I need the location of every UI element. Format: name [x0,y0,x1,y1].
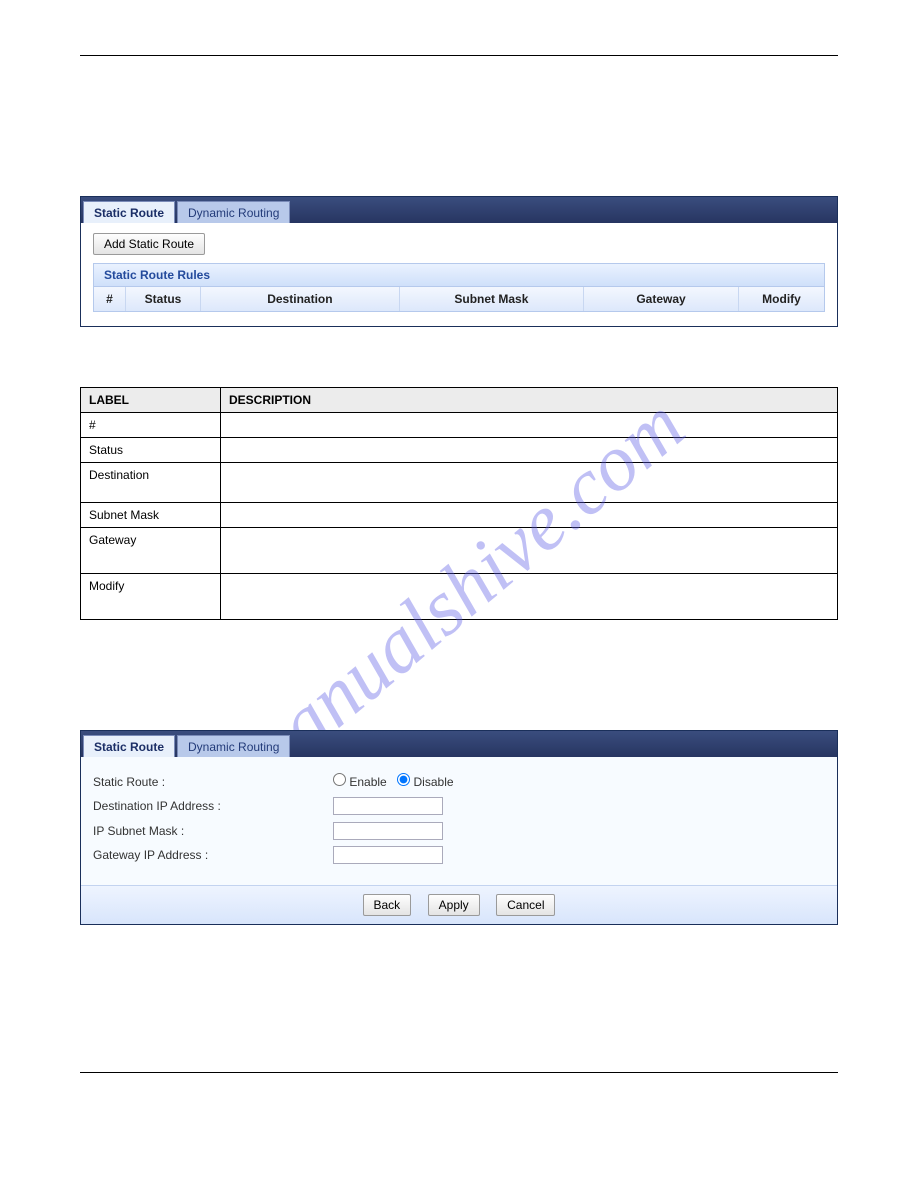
desc-value [221,413,838,438]
label-static-route: Static Route : [93,775,333,789]
desc-value [221,503,838,528]
label-destination-ip: Destination IP Address : [93,799,333,813]
radio-disable[interactable] [397,773,410,786]
form-row-subnet: IP Subnet Mask : [93,822,825,841]
tab-static-route[interactable]: Static Route [83,735,175,757]
desc-label: Modify [81,574,221,620]
ip-subnet-mask-input[interactable] [333,822,443,840]
gateway-ip-input[interactable] [333,846,443,864]
form-row-static-route: Static Route : Enable Disable [93,773,825,791]
radio-enable-text: Enable [349,775,386,789]
form-row-dest-ip: Destination IP Address : [93,797,825,816]
desc-value [221,438,838,463]
table-row: Gateway [81,528,838,574]
radio-enable-label[interactable]: Enable [333,775,387,789]
static-route-list-panel: Static Route Dynamic Routing Add Static … [80,196,838,327]
apply-button[interactable]: Apply [428,894,480,916]
radio-disable-text: Disable [414,775,454,789]
static-route-form-panel: Static Route Dynamic Routing Static Rout… [80,730,838,925]
desc-value [221,574,838,620]
table-row: Destination [81,463,838,503]
table-row: Modify [81,574,838,620]
col-header-subnet-mask: Subnet Mask [400,287,584,311]
desc-label: Subnet Mask [81,503,221,528]
col-header-status: Status [126,287,201,311]
tab-static-route[interactable]: Static Route [83,201,175,223]
rules-table-header: # Status Destination Subnet Mask Gateway… [93,287,825,312]
desc-value [221,528,838,574]
table-row: # [81,413,838,438]
form-row-gateway-ip: Gateway IP Address : [93,846,825,865]
desc-label: # [81,413,221,438]
table-row: Status [81,438,838,463]
tab-bar: Static Route Dynamic Routing [81,731,837,757]
back-button[interactable]: Back [363,894,412,916]
radio-disable-label[interactable]: Disable [397,775,453,789]
col-header-num: # [94,287,126,311]
desc-label: Destination [81,463,221,503]
table-row: LABEL DESCRIPTION [81,388,838,413]
col-header-destination: Destination [201,287,400,311]
desc-value [221,463,838,503]
destination-ip-input[interactable] [333,797,443,815]
radio-enable[interactable] [333,773,346,786]
tab-dynamic-routing[interactable]: Dynamic Routing [177,735,290,757]
tab-bar: Static Route Dynamic Routing [81,197,837,223]
tab-dynamic-routing[interactable]: Dynamic Routing [177,201,290,223]
description-table: LABEL DESCRIPTION # Status Destination S… [80,387,838,620]
rules-section-title: Static Route Rules [93,263,825,287]
cancel-button[interactable]: Cancel [496,894,555,916]
add-static-route-button[interactable]: Add Static Route [93,233,205,255]
desc-label: Status [81,438,221,463]
col-header-modify: Modify [739,287,824,311]
label-gateway-ip: Gateway IP Address : [93,848,333,862]
desc-head-description: DESCRIPTION [221,388,838,413]
col-header-gateway: Gateway [584,287,739,311]
button-row: Back Apply Cancel [81,885,837,924]
label-ip-subnet-mask: IP Subnet Mask : [93,824,333,838]
desc-head-label: LABEL [81,388,221,413]
desc-label: Gateway [81,528,221,574]
table-row: Subnet Mask [81,503,838,528]
